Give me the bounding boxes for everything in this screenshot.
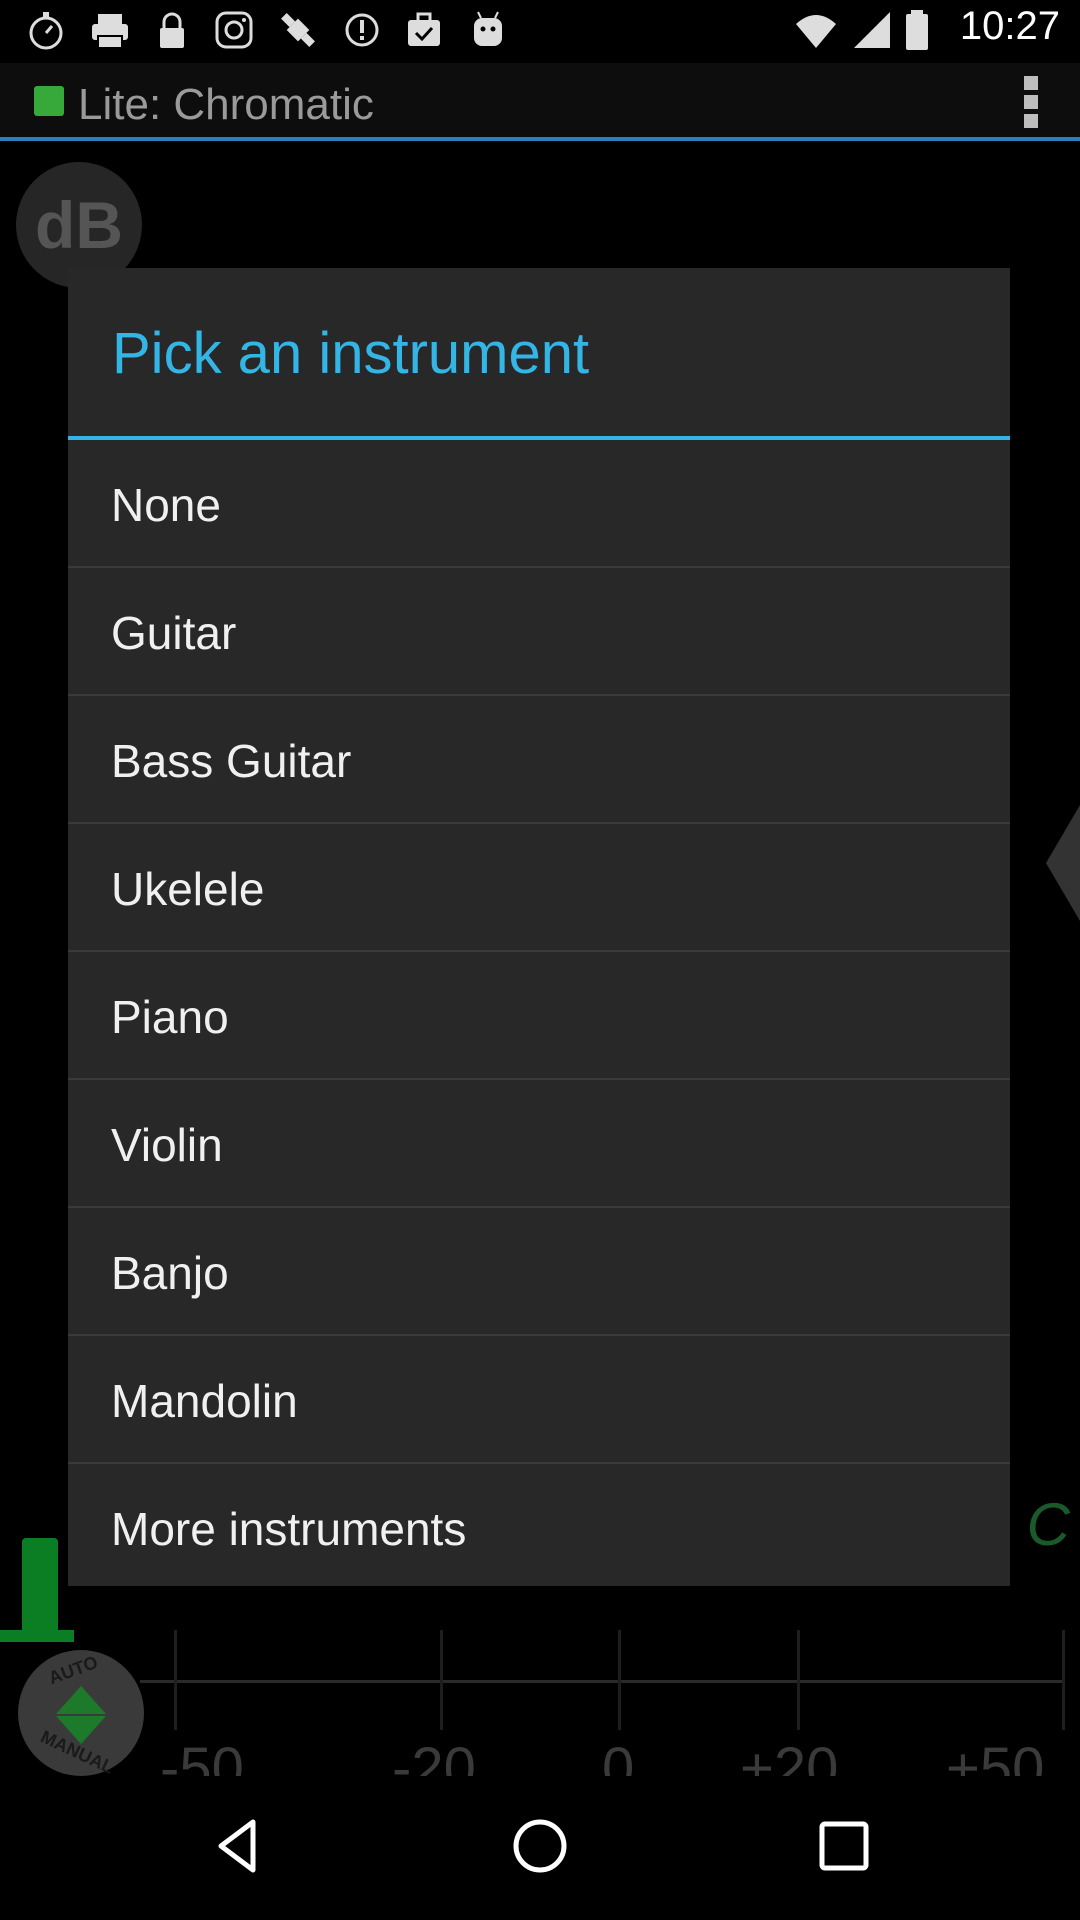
scale-tick — [618, 1630, 621, 1730]
option-label: Guitar — [111, 607, 237, 659]
dialog-title: Pick an instrument — [112, 321, 590, 386]
alert-icon — [340, 8, 384, 52]
instrument-option-guitar[interactable]: Guitar — [68, 568, 1010, 696]
option-label: Bass Guitar — [111, 735, 352, 787]
instrument-option-more[interactable]: More instruments — [68, 1464, 1010, 1590]
action-bar-divider — [0, 137, 1080, 141]
option-label: Banjo — [111, 1247, 229, 1299]
scale-tick — [174, 1630, 177, 1730]
scale-tick — [440, 1630, 443, 1730]
scale-tick — [797, 1630, 800, 1730]
status-time: 10:27 — [959, 4, 1060, 48]
app-title: Lite: Chromatic — [78, 80, 374, 129]
instrument-option-violin[interactable]: Violin — [68, 1080, 1010, 1208]
signal-icon — [850, 8, 894, 52]
cents-scale-line — [140, 1680, 1065, 1683]
level-bar-base — [0, 1630, 74, 1642]
wifi-icon — [794, 8, 838, 52]
back-icon[interactable] — [207, 1814, 271, 1878]
recents-icon[interactable] — [812, 1814, 876, 1878]
option-label: None — [111, 479, 221, 531]
battery-icon — [902, 8, 932, 52]
instrument-option-bass-guitar[interactable]: Bass Guitar — [68, 696, 1010, 824]
option-label: Violin — [111, 1119, 223, 1171]
instrument-option-mandolin[interactable]: Mandolin — [68, 1336, 1010, 1464]
auto-manual-toggle[interactable]: AUTO MANUAL — [18, 1650, 144, 1778]
up-arrow-icon — [56, 1686, 106, 1714]
printer-icon — [88, 8, 132, 52]
option-label: More instruments — [111, 1503, 467, 1555]
auto-label: AUTO — [45, 1651, 101, 1689]
tuner-app-icon — [34, 86, 64, 116]
overflow-menu-icon[interactable] — [1024, 76, 1040, 128]
navigation-bar — [0, 1776, 1080, 1920]
instrument-option-ukelele[interactable]: Ukelele — [68, 824, 1010, 952]
instagram-icon — [212, 8, 256, 52]
option-label: Piano — [111, 991, 229, 1043]
stopwatch-icon — [24, 8, 68, 52]
status-bar: 10:27 — [0, 0, 1080, 63]
android-icon — [466, 8, 510, 52]
fake-gps-icon — [276, 8, 320, 52]
option-label: Ukelele — [111, 863, 265, 915]
lock-icon — [150, 8, 194, 52]
briefcase-check-icon — [402, 8, 446, 52]
level-bar — [22, 1538, 58, 1634]
instrument-option-banjo[interactable]: Banjo — [68, 1208, 1010, 1336]
scale-tick — [1062, 1630, 1065, 1730]
option-label: Mandolin — [111, 1375, 298, 1427]
instrument-option-piano[interactable]: Piano — [68, 952, 1010, 1080]
instrument-option-none[interactable]: None — [68, 440, 1010, 568]
instrument-list: None Guitar Bass Guitar Ukelele Piano Vi… — [68, 440, 1010, 1590]
instrument-dialog: Pick an instrument None Guitar Bass Guit… — [68, 268, 1010, 1586]
home-icon[interactable] — [508, 1814, 572, 1878]
left-arrow-icon[interactable] — [1046, 805, 1080, 921]
